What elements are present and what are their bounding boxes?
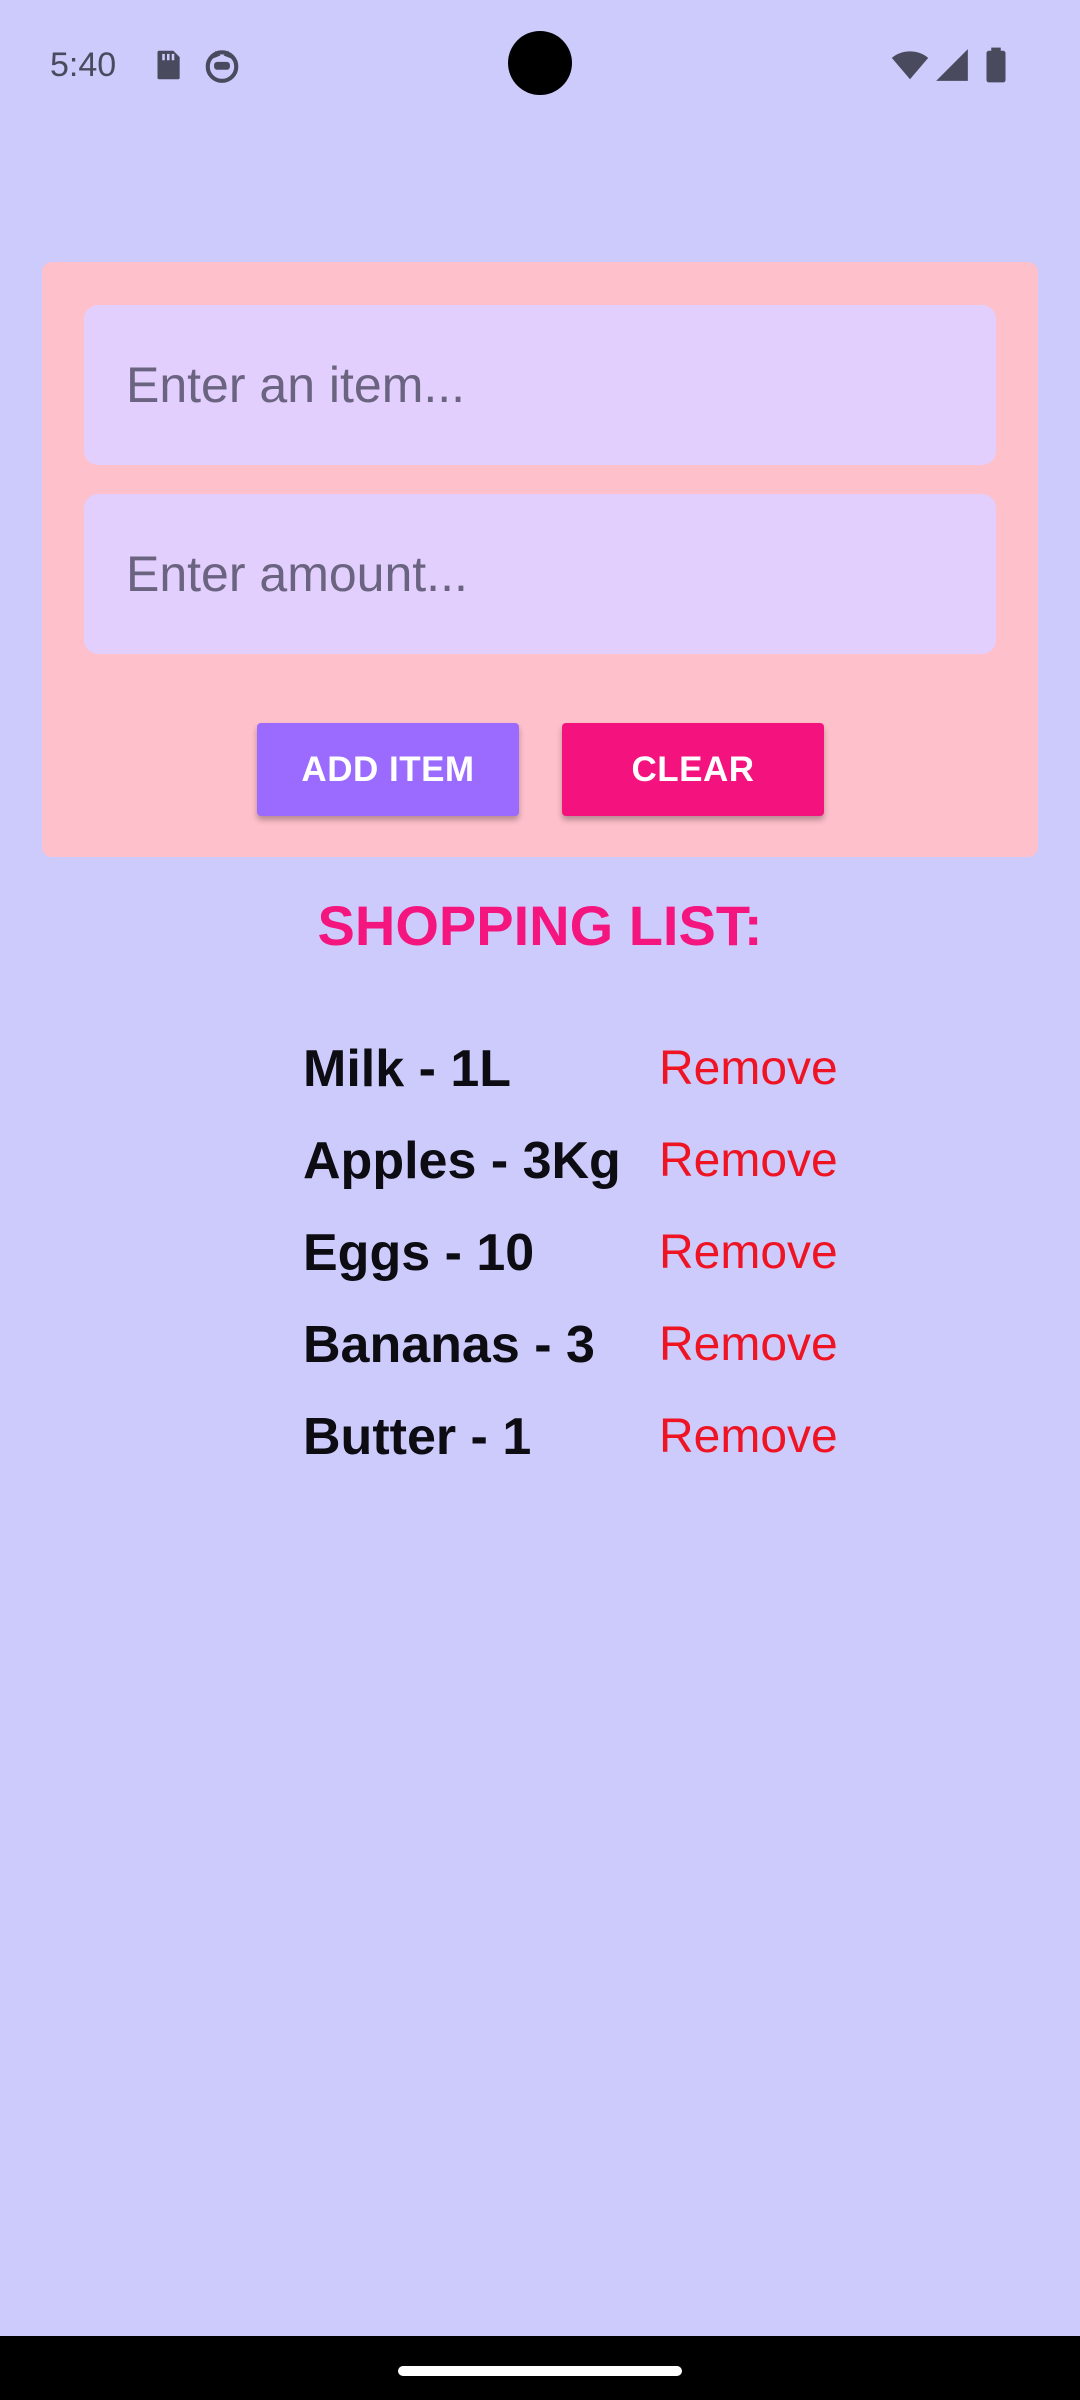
item-label: Milk - 1L <box>303 1040 512 1098</box>
list-item: Apples - 3Kg Remove <box>303 1122 863 1214</box>
list-item: Eggs - 10 Remove <box>303 1214 863 1306</box>
status-bar: 5:40 <box>0 0 1080 130</box>
item-label: Eggs - 10 <box>303 1224 535 1282</box>
remove-button[interactable]: Remove <box>659 1126 838 1196</box>
shopping-list-heading: SHOPPING LIST: <box>317 894 763 957</box>
list-item: Milk - 1L Remove <box>303 1030 863 1122</box>
input-card: ADD ITEM CLEAR <box>42 262 1038 857</box>
amount-input[interactable] <box>84 494 996 654</box>
item-label: Butter - 1 <box>303 1408 532 1466</box>
remove-button[interactable]: Remove <box>659 1034 838 1104</box>
status-time: 5:40 <box>50 46 117 84</box>
remove-button[interactable]: Remove <box>659 1402 838 1472</box>
battery-icon <box>986 47 1006 83</box>
camera-cutout <box>508 31 572 95</box>
remove-button[interactable]: Remove <box>659 1218 838 1288</box>
item-label: Apples - 3Kg <box>303 1132 621 1190</box>
add-item-button[interactable]: ADD ITEM <box>257 723 519 816</box>
clear-button[interactable]: CLEAR <box>562 723 824 816</box>
item-input[interactable] <box>84 305 996 465</box>
sd-card-icon <box>157 50 180 80</box>
list-item: Butter - 1 Remove <box>303 1398 863 1490</box>
home-indicator[interactable] <box>398 2366 682 2376</box>
remove-button[interactable]: Remove <box>659 1310 838 1380</box>
item-label: Bananas - 3 <box>303 1316 595 1374</box>
shopping-list: Milk - 1L Remove Apples - 3Kg Remove Egg… <box>303 1030 863 1490</box>
cellular-signal-icon <box>936 49 968 81</box>
wifi-icon <box>891 51 929 80</box>
list-item: Bananas - 3 Remove <box>303 1306 863 1398</box>
app-notification-icon <box>205 50 239 83</box>
navigation-bar <box>0 2336 1080 2400</box>
